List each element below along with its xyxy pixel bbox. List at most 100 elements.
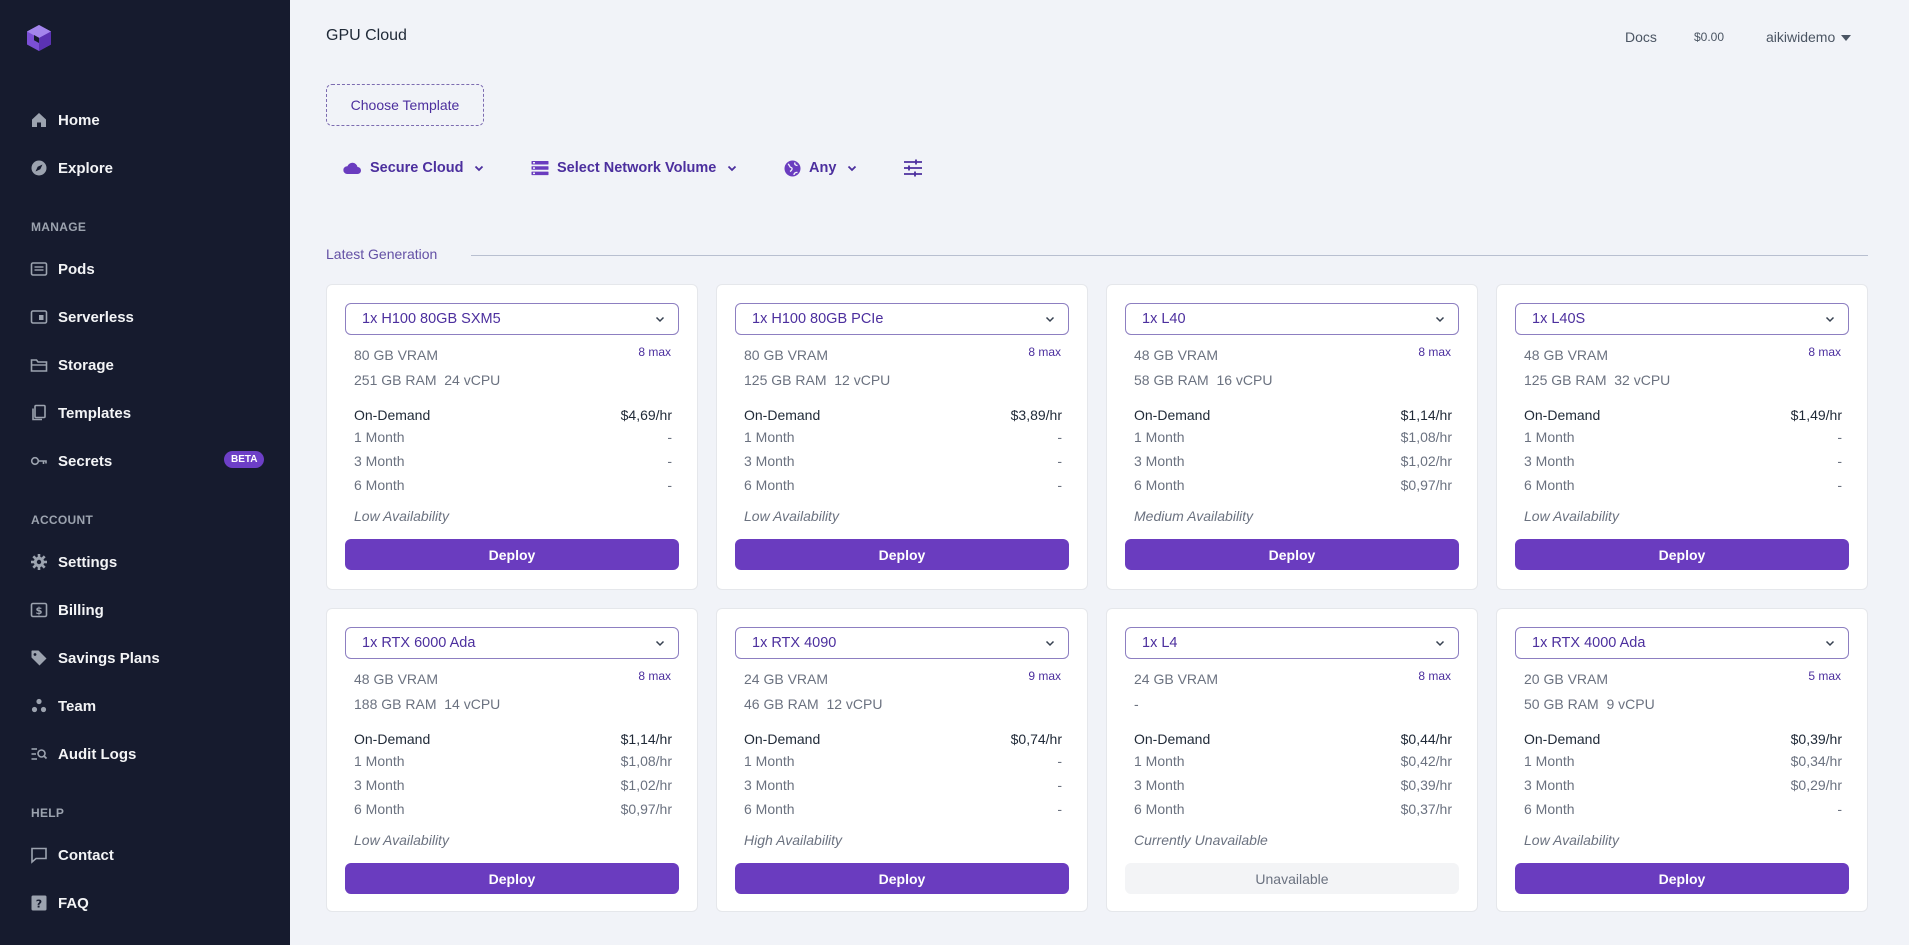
gpu-count-select[interactable]: 1x RTX 4090 [735,627,1069,659]
section-label-account: ACCOUNT [31,513,94,527]
price-value: $1,08/hr [620,753,672,769]
availability-status: Medium Availability [1134,508,1254,524]
availability-status: Low Availability [354,508,449,524]
globe-icon [784,160,801,176]
price-term-label: 1 Month [1134,753,1185,769]
sidebar-item-label: Serverless [58,308,134,326]
chevron-down-icon [1045,316,1055,323]
chevron-down-icon [848,165,857,172]
price-value: $0,39/hr [1790,731,1842,747]
sidebar-item-home[interactable]: Home [30,108,100,132]
gpu-count-select[interactable]: 1x L4 [1125,627,1459,659]
availability-status: Currently Unavailable [1134,832,1268,848]
sidebar-item-label: Secrets [58,452,113,470]
section-title: Latest Generation [326,246,438,262]
filter-settings-button[interactable] [903,156,931,180]
price-value: $0,37/hr [1400,801,1452,817]
deploy-button[interactable]: Deploy [1515,539,1849,570]
price-row-m6: 6 Month - [354,477,672,493]
price-value: $1,14/hr [1400,407,1452,423]
serverless-icon [30,308,48,326]
price-term-label: 1 Month [1524,753,1575,769]
choose-template-button[interactable]: Choose Template [326,84,484,126]
deploy-button[interactable]: Deploy [735,863,1069,894]
deploy-button[interactable]: Deploy [735,539,1069,570]
availability-status: Low Availability [354,832,449,848]
billing-icon: $ [30,601,48,619]
price-row-m3: 3 Month - [354,453,672,469]
price-value: - [667,429,672,445]
price-term-label: 1 Month [744,429,795,445]
price-value: $0,42/hr [1400,753,1452,769]
price-value: - [1057,777,1062,793]
price-row-m1: 1 Month $1,08/hr [354,753,672,769]
sidebar-item-pods[interactable]: Pods [30,257,95,281]
gpu-count-select[interactable]: 1x L40 [1125,303,1459,335]
audit-icon [30,745,48,763]
sidebar-item-storage[interactable]: Storage [30,353,114,377]
price-row-on-demand: On-Demand $1,14/hr [1134,407,1452,423]
sidebar-item-contact[interactable]: Contact [30,843,114,867]
price-row-m1: 1 Month $0,42/hr [1134,753,1452,769]
sidebar-item-explore[interactable]: Explore [30,156,113,180]
sidebar-item-serverless[interactable]: Serverless [30,305,134,329]
sidebar-item-label: Billing [58,601,104,619]
section-label-manage: MANAGE [31,220,87,234]
sidebar-item-secrets[interactable]: Secrets [30,449,112,473]
gpu-count-select[interactable]: 1x H100 80GB SXM5 [345,303,679,335]
user-name: aikiwidemo [1766,29,1836,45]
price-value: - [1057,801,1062,817]
price-term-label: 3 Month [1524,453,1575,469]
sidebar-item-audit-logs[interactable]: Audit Logs [30,742,136,766]
price-value: $1,14/hr [620,731,672,747]
sidebar-item-templates[interactable]: Templates [30,401,131,425]
price-value: - [1057,477,1062,493]
price-row-m1: 1 Month - [744,429,1062,445]
gpu-select-label: 1x H100 80GB PCIe [752,311,884,327]
sidebar-item-team[interactable]: Team [30,694,96,718]
storage-icon [30,356,48,374]
price-row-m3: 3 Month $1,02/hr [1134,453,1452,469]
gpu-count-select[interactable]: 1x RTX 6000 Ada [345,627,679,659]
svg-text:?: ? [36,898,42,911]
gpu-count-select[interactable]: 1x RTX 4000 Ada [1515,627,1849,659]
price-term-label: 3 Month [1524,777,1575,793]
gpu-card: 1x L4 24 GB VRAM 8 max - On-Demand $0,44/hr 1 … [1106,608,1478,912]
deploy-button[interactable]: Deploy [345,539,679,570]
price-value: $0,74/hr [1010,731,1062,747]
deploy-button[interactable]: Deploy [1515,863,1849,894]
region-dropdown[interactable]: Any [784,156,858,180]
price-value: $4,69/hr [620,407,672,423]
availability-status: Low Availability [744,508,839,524]
price-value: - [1837,477,1842,493]
price-row-on-demand: On-Demand $1,14/hr [354,731,672,747]
sidebar: Home Explore MANAGE Pods Serverless Stor… [0,0,290,945]
price-row-m3: 3 Month - [744,453,1062,469]
price-term-label: 6 Month [744,801,795,817]
deploy-button[interactable]: Deploy [345,863,679,894]
price-row-m1: 1 Month - [354,429,672,445]
docs-link[interactable]: Docs [1625,29,1657,45]
max-gpus-label: 8 max [638,669,671,683]
sidebar-item-settings[interactable]: Settings [30,550,117,574]
templates-icon [30,404,48,422]
user-menu[interactable]: aikiwidemo [1766,29,1852,45]
deploy-button[interactable]: Deploy [1125,539,1459,570]
price-term-label: 6 Month [1134,477,1185,493]
price-row-m6: 6 Month $0,97/hr [1134,477,1452,493]
cloud-type-dropdown[interactable]: Secure Cloud [342,156,485,180]
sidebar-item-label: Storage [58,356,114,374]
logo-cube-icon[interactable] [26,24,52,52]
vram-spec: 24 GB VRAM [744,671,829,687]
network-volume-dropdown[interactable]: Select Network Volume [531,156,738,180]
gpu-count-select[interactable]: 1x L40S [1515,303,1849,335]
max-gpus-label: 8 max [1418,669,1451,683]
price-row-m6: 6 Month - [1524,801,1842,817]
gpu-count-select[interactable]: 1x H100 80GB PCIe [735,303,1069,335]
price-row-m3: 3 Month $1,02/hr [354,777,672,793]
price-term-label: On-Demand [744,731,821,747]
sidebar-item-faq[interactable]: ? FAQ [30,891,89,915]
sidebar-item-billing[interactable]: $ Billing [30,598,104,622]
vram-spec: 80 GB VRAM [744,347,829,363]
sidebar-item-savings-plans[interactable]: Savings Plans [30,646,160,670]
